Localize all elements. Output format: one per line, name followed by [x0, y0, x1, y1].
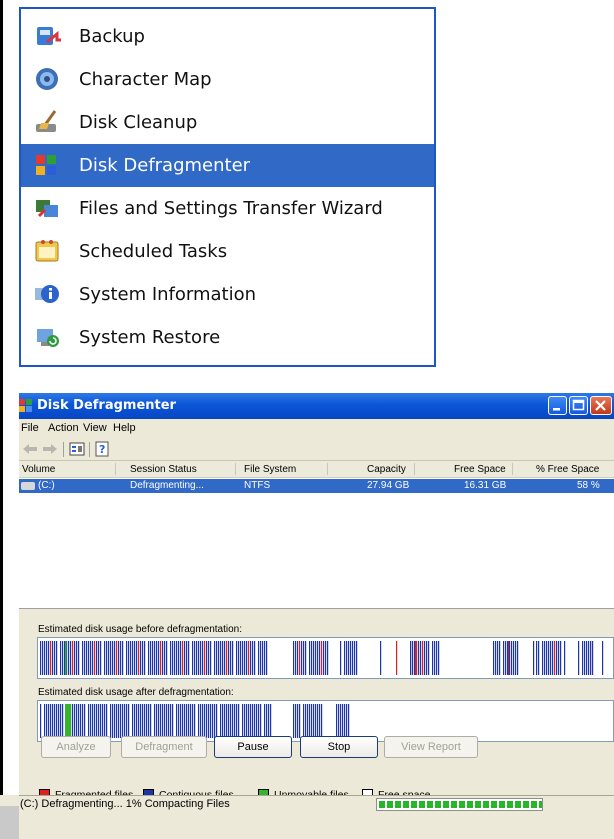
pause-button[interactable]: Pause	[214, 736, 292, 758]
analyze-button[interactable]: Analyze	[41, 736, 111, 758]
after-label: Estimated disk usage after defragmentati…	[38, 687, 234, 698]
disk-cleanup-icon	[36, 110, 57, 132]
status-divider	[19, 795, 614, 796]
backup-icon	[37, 27, 61, 45]
help-icon[interactable]: ?	[94, 441, 112, 457]
status-edge	[0, 806, 19, 839]
maximize-button[interactable]	[569, 396, 588, 415]
svg-text:?: ?	[99, 443, 105, 456]
volume-row[interactable]: (C:) Defragmenting... NTFS 27.94 GB 16.3…	[19, 479, 614, 493]
toolbar-separator	[63, 442, 64, 457]
menu-item-label: Disk Cleanup	[79, 112, 198, 133]
menu-item-label: System Restore	[79, 327, 221, 348]
menu-action[interactable]: Action	[48, 422, 79, 434]
column-file-system[interactable]: File System	[244, 464, 296, 475]
after-disk-map-graphic	[40, 704, 350, 738]
disk-defragmenter-window: Disk Defragmenter File Action View Help …	[19, 393, 614, 823]
column-session-status[interactable]: Session Status	[130, 464, 197, 475]
window-title: Disk Defragmenter	[37, 398, 176, 413]
menu-help[interactable]: Help	[113, 422, 136, 434]
frame-edge	[0, 0, 3, 828]
disk-defragmenter-icon	[19, 399, 32, 412]
maximize-icon	[572, 399, 585, 411]
before-disk-map	[37, 637, 614, 679]
menu-bar: File Action View Help	[19, 419, 614, 439]
volume-status: Defragmenting...	[130, 480, 204, 491]
menu-item-transfer-wizard[interactable]: Files and Settings Transfer Wizard	[21, 187, 434, 230]
progress-fill	[379, 801, 542, 808]
forward-icon[interactable]	[41, 441, 59, 457]
before-disk-map-graphic	[40, 641, 604, 675]
system-information-icon	[35, 285, 59, 303]
properties-icon[interactable]	[68, 441, 86, 457]
stop-button[interactable]: Stop	[300, 736, 378, 758]
drive-icon	[21, 482, 35, 490]
menu-item-label: System Information	[79, 284, 257, 305]
column-separator	[327, 463, 328, 475]
progress-bar	[376, 798, 543, 811]
close-icon	[595, 400, 606, 411]
menu-item-label: Character Map	[79, 69, 212, 90]
volume-free-space: 16.31 GB	[464, 480, 507, 491]
column-free-space[interactable]: Free Space	[454, 464, 506, 475]
column-free-percent[interactable]: % Free Space	[536, 464, 599, 475]
column-volume[interactable]: Volume	[22, 464, 55, 475]
scheduled-tasks-icon	[35, 240, 59, 262]
column-separator	[414, 463, 415, 475]
character-map-icon	[36, 68, 58, 90]
volume-list-header: Volume Session Status File System Capaci…	[19, 461, 614, 478]
view-report-button[interactable]: View Report	[384, 736, 478, 758]
volume-file-system: NTFS	[244, 480, 271, 491]
column-separator	[235, 463, 236, 475]
disk-defragmenter-icon	[36, 155, 56, 175]
menu-item-label: Disk Defragmenter	[79, 155, 251, 176]
menu-item-label: Scheduled Tasks	[79, 241, 228, 262]
minimize-button[interactable]	[548, 396, 567, 415]
volume-name: (C:)	[38, 480, 55, 491]
minimize-icon	[553, 408, 560, 411]
menu-file[interactable]: File	[21, 422, 39, 434]
column-separator	[512, 463, 513, 475]
before-label: Estimated disk usage before defragmentat…	[38, 624, 243, 635]
status-text: (C:) Defragmenting... 1% Compacting File…	[20, 798, 230, 810]
back-icon[interactable]	[21, 441, 39, 457]
system-tools-menu: Backup Character Map Disk Cleanup Disk D…	[19, 7, 436, 367]
menu-item-character-map[interactable]: Character Map	[21, 58, 434, 101]
system-restore-icon	[37, 329, 59, 347]
menu-item-label: Backup	[79, 26, 145, 47]
menu-item-disk-defragmenter[interactable]: Disk Defragmenter	[21, 144, 434, 187]
volume-list: Volume Session Status File System Capaci…	[19, 461, 614, 609]
title-bar[interactable]: Disk Defragmenter	[19, 393, 614, 419]
transfer-wizard-icon	[36, 200, 58, 218]
menu-view[interactable]: View	[83, 422, 107, 434]
menu-item-backup[interactable]: Backup	[21, 15, 434, 58]
column-separator	[115, 463, 116, 475]
toolbar-separator	[89, 442, 90, 457]
menu-item-scheduled-tasks[interactable]: Scheduled Tasks	[21, 230, 434, 273]
defragment-button[interactable]: Defragment	[121, 736, 207, 758]
menu-item-system-information[interactable]: System Information	[21, 273, 434, 316]
toolbar: ?	[19, 439, 614, 461]
column-capacity[interactable]: Capacity	[367, 464, 406, 475]
volume-free-percent: 58 %	[577, 480, 600, 491]
volume-capacity: 27.94 GB	[367, 480, 410, 491]
menu-item-label: Files and Settings Transfer Wizard	[79, 198, 383, 219]
menu-item-system-restore[interactable]: System Restore	[21, 316, 434, 359]
menu-item-disk-cleanup[interactable]: Disk Cleanup	[21, 101, 434, 144]
status-bar: (C:) Defragmenting... 1% Compacting File…	[0, 795, 614, 839]
close-button[interactable]	[590, 396, 612, 415]
